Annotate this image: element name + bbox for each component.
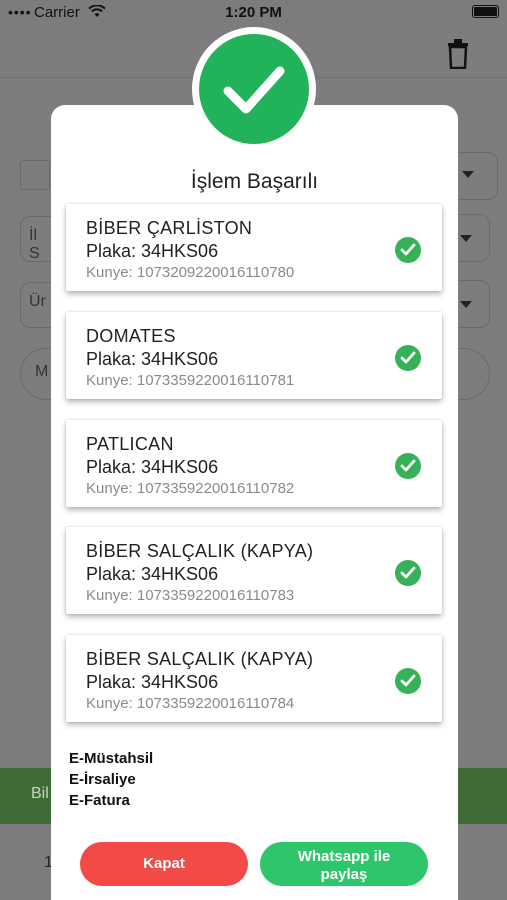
plate-text: Plaka: 34HKS06 bbox=[86, 241, 219, 261]
bg-field-3-label: M bbox=[35, 363, 49, 380]
kunye-text: Kunye: 1073359220016110782 bbox=[86, 480, 295, 497]
bg-dropdown-1[interactable] bbox=[458, 152, 498, 200]
dropdown-arrow-icon bbox=[462, 171, 474, 178]
plate-text: Plaka: 34HKS06 bbox=[86, 457, 219, 477]
item-check-icon bbox=[395, 668, 421, 694]
product-name: DOMATES bbox=[86, 326, 176, 346]
status-bar: •••• Carrier 1:20 PM bbox=[0, 0, 507, 26]
product-name: BİBER ÇARLİSTON bbox=[86, 218, 253, 238]
kunye-text: Kunye: 1073359220016110781 bbox=[86, 372, 295, 389]
status-time: 1:20 PM bbox=[225, 4, 282, 21]
plate-text: Plaka: 34HKS06 bbox=[86, 672, 219, 692]
trash-icon[interactable] bbox=[447, 39, 469, 74]
item-check-icon bbox=[395, 560, 421, 586]
bg-checkbox[interactable] bbox=[20, 160, 50, 190]
share-label-line2: paylaş bbox=[320, 866, 368, 883]
bg-field-1-label: İl S bbox=[29, 227, 40, 262]
result-card: BİBER ÇARLİSTON Plaka: 34HKS06 Kunye: 10… bbox=[66, 204, 442, 291]
whatsapp-share-button[interactable]: Whatsapp ile paylaş bbox=[260, 842, 428, 886]
battery-icon bbox=[472, 5, 499, 18]
result-card: BİBER SALÇALIK (KAPYA) Plaka: 34HKS06 Ku… bbox=[66, 527, 442, 614]
plate-text: Plaka: 34HKS06 bbox=[86, 564, 219, 584]
product-name: PATLICAN bbox=[86, 434, 174, 454]
document-e-mustahsil: E-Müstahsil bbox=[69, 750, 154, 767]
bg-field-2-label: Ür bbox=[29, 293, 46, 310]
dropdown-arrow-icon bbox=[460, 301, 472, 308]
plate-text: Plaka: 34HKS06 bbox=[86, 349, 219, 369]
result-card: DOMATES Plaka: 34HKS06 Kunye: 1073359220… bbox=[66, 312, 442, 399]
item-check-icon bbox=[395, 453, 421, 479]
success-check-icon bbox=[199, 34, 309, 144]
bg-dropdown-2[interactable] bbox=[458, 214, 490, 262]
kunye-text: Kunye: 1073359220016110783 bbox=[86, 587, 295, 604]
bg-amount-field-end bbox=[458, 348, 490, 400]
kunye-text: Kunye: 1073209220016110780 bbox=[86, 264, 295, 281]
share-label-line1: Whatsapp ile bbox=[297, 848, 391, 865]
document-list: E-Müstahsil E-İrsaliye E-Fatura bbox=[69, 748, 153, 811]
modal-title: İşlem Başarılı bbox=[190, 170, 319, 193]
kunye-text: Kunye: 1073359220016110784 bbox=[86, 695, 295, 712]
product-name: BİBER SALÇALIK (KAPYA) bbox=[86, 541, 314, 561]
result-card: BİBER SALÇALIK (KAPYA) Plaka: 34HKS06 Ku… bbox=[66, 635, 442, 722]
success-badge bbox=[192, 27, 316, 151]
item-check-icon bbox=[395, 345, 421, 371]
product-name: BİBER SALÇALIK (KAPYA) bbox=[86, 649, 314, 669]
success-modal: İşlem Başarılı BİBER ÇARLİSTON Plaka: 34… bbox=[51, 105, 458, 900]
dropdown-arrow-icon bbox=[460, 235, 472, 242]
result-card: PATLICAN Plaka: 34HKS06 Kunye: 107335922… bbox=[66, 420, 442, 507]
bg-dropdown-3[interactable] bbox=[458, 280, 490, 328]
document-e-fatura: E-Fatura bbox=[69, 792, 130, 809]
document-e-irsaliye: E-İrsaliye bbox=[69, 771, 136, 788]
bg-green-bar-label: Bil bbox=[31, 785, 49, 802]
item-check-icon bbox=[395, 237, 421, 263]
close-button[interactable]: Kapat bbox=[80, 842, 248, 886]
